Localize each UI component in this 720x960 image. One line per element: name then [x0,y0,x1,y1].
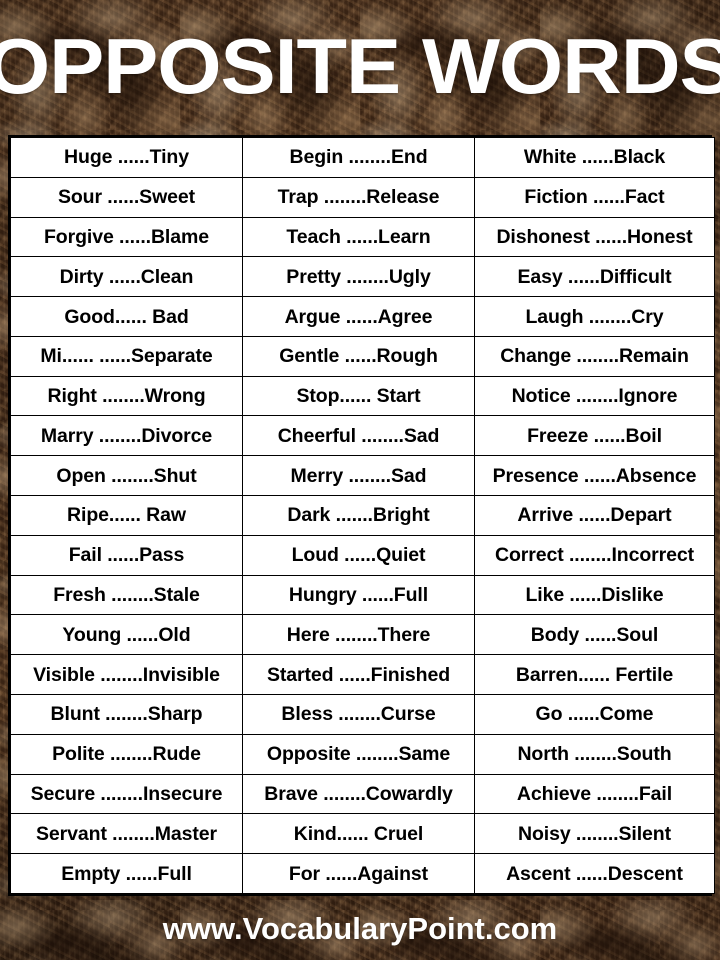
table-row: Fail ......Pass Loud ......Quiet Correct… [10,534,715,576]
word-pair-cell: Blunt ........Sharp [10,693,243,735]
word-pair-cell: Merry ........Sad [242,455,475,497]
word-pair-cell: Huge ......Tiny [10,137,243,178]
word-pair-cell: Dark .......Bright [242,495,475,536]
word-pair-cell: Pretty ........Ugly [242,256,475,298]
word-pair-cell: Gentle ......Rough [242,335,475,377]
table-row: Secure ........Insecure Brave ........Co… [10,773,715,815]
word-pair-cell: Ascent ......Descent [474,853,715,894]
word-pair-cell: Hungry ......Full [242,574,475,616]
word-pair-cell: White ......Black [474,137,715,178]
table-row: Marry ........Divorce Cheerful ........S… [10,415,715,457]
word-pair-cell: Teach ......Learn [242,216,475,258]
word-pair-cell: Marry ........Divorce [10,415,243,457]
table-row: Blunt ........Sharp Bless ........Curse … [10,693,715,735]
word-pair-cell: Like ......Dislike [474,574,715,616]
word-pair-cell: Correct ........Incorrect [474,534,715,576]
word-pair-cell: Presence ......Absence [474,455,715,497]
table-row: Good...... Bad Argue ......Agree Laugh .… [10,296,715,337]
table-row: Young ......Old Here ........There Body … [10,614,715,656]
footer-banner: www.VocabularyPoint.com [0,896,720,960]
word-pair-cell: Barren...... Fertile [474,654,715,695]
word-pair-cell: Dishonest ......Honest [474,216,715,258]
word-pair-cell: Polite ........Rude [10,733,243,775]
table-row: Empty ......Full For ......Against Ascen… [10,853,715,894]
table-row: Dirty ......Clean Pretty ........Ugly Ea… [10,256,715,298]
table-row: Mi...... ......Separate Gentle ......Rou… [10,335,715,377]
word-pair-cell: Loud ......Quiet [242,534,475,576]
word-pair-cell: Achieve ........Fail [474,773,715,815]
word-pair-cell: Empty ......Full [10,853,243,894]
opposite-words-table: Huge ......Tiny Begin ........End White … [10,137,715,894]
word-pair-cell: Mi...... ......Separate [10,335,243,377]
word-pair-cell: Stop...... Start [242,375,475,417]
word-pair-cell: Here ........There [242,614,475,656]
word-pair-cell: Fresh ........Stale [10,574,243,616]
word-pair-cell: Freeze ......Boil [474,415,715,457]
word-pair-cell: Fail ......Pass [10,534,243,576]
word-pair-cell: Trap ........Release [242,176,475,218]
word-pair-cell: Dirty ......Clean [10,256,243,298]
word-pair-cell: Good...... Bad [10,296,243,337]
table-row: Sour ......Sweet Trap ........Release Fi… [10,176,715,218]
word-pair-cell: Noisy ........Silent [474,813,715,855]
word-pair-cell: Started ......Finished [242,654,475,695]
word-pair-cell: Open ........Shut [10,455,243,497]
word-pair-cell: Opposite ........Same [242,733,475,775]
word-pair-cell: Forgive ......Blame [10,216,243,258]
word-pair-cell: Easy ......Difficult [474,256,715,298]
table-row: Open ........Shut Merry ........Sad Pres… [10,455,715,497]
word-pair-cell: Laugh ........Cry [474,296,715,337]
table-row: Visible ........Invisible Started ......… [10,654,715,695]
word-pair-cell: Body ......Soul [474,614,715,656]
header-banner: OPPOSITE WORDS [0,0,720,131]
word-pair-cell: Brave ........Cowardly [242,773,475,815]
word-pair-cell: Cheerful ........Sad [242,415,475,457]
table-row: Forgive ......Blame Teach ......Learn Di… [10,216,715,258]
word-pair-cell: Right ........Wrong [10,375,243,417]
table-row: Polite ........Rude Opposite ........Sam… [10,733,715,775]
word-pair-cell: Visible ........Invisible [10,654,243,695]
word-pair-cell: Change ........Remain [474,335,715,377]
table-row: Ripe...... Raw Dark .......Bright Arrive… [10,495,715,536]
word-pair-cell: Ripe...... Raw [10,495,243,536]
word-pair-cell: Begin ........End [242,137,475,178]
word-pair-cell: North ........South [474,733,715,775]
word-pair-cell: Sour ......Sweet [10,176,243,218]
word-pair-cell: Bless ........Curse [242,693,475,735]
table-row: Right ........Wrong Stop...... Start Not… [10,375,715,417]
word-pair-cell: For ......Against [242,853,475,894]
word-pair-cell: Servant ........Master [10,813,243,855]
word-pair-cell: Argue ......Agree [242,296,475,337]
page-title: OPPOSITE WORDS [0,21,720,110]
word-pair-cell: Young ......Old [10,614,243,656]
word-pair-cell: Notice ........Ignore [474,375,715,417]
table-row: Servant ........Master Kind...... Cruel … [10,813,715,855]
word-table-body: Huge ......Tiny Begin ........End White … [10,137,715,894]
website-url: www.VocabularyPoint.com [162,910,558,946]
word-pair-cell: Secure ........Insecure [10,773,243,815]
word-pair-cell: Kind...... Cruel [242,813,475,855]
word-pair-cell: Arrive ......Depart [474,495,715,536]
table-row: Fresh ........Stale Hungry ......Full Li… [10,574,715,616]
word-pair-cell: Go ......Come [474,693,715,735]
table-row: Huge ......Tiny Begin ........End White … [10,137,715,178]
word-pair-cell: Fiction ......Fact [474,176,715,218]
worksheet-page: OPPOSITE WORDS Huge ......Tiny Begin ...… [0,0,720,960]
word-table-container: Huge ......Tiny Begin ........End White … [8,135,715,896]
